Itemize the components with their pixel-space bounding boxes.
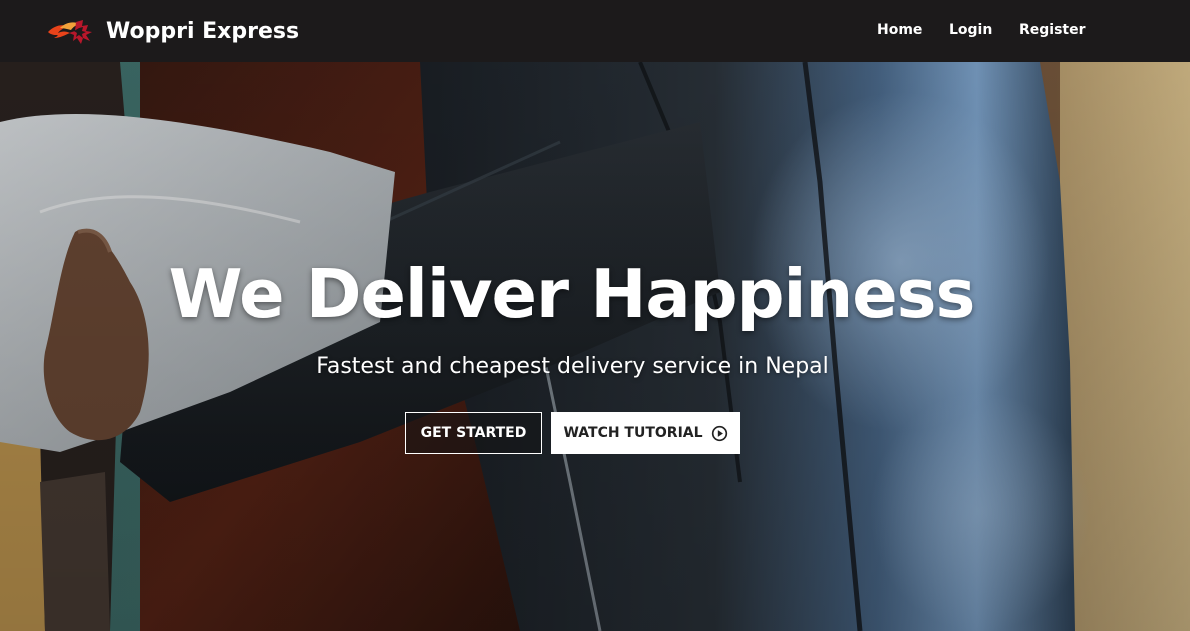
hero-section: We Deliver Happiness Fastest and cheapes… <box>0 62 1190 631</box>
hero-title: We Deliver Happiness <box>168 255 976 333</box>
navbar: Woppri Express Home Login Register <box>0 0 1190 62</box>
brand-link[interactable]: Woppri Express <box>46 14 299 48</box>
get-started-button[interactable]: GET STARTED <box>405 412 542 454</box>
nav-register-link[interactable]: Register <box>1019 22 1086 38</box>
watch-tutorial-button[interactable]: WATCH TUTORIAL <box>551 412 740 454</box>
flame-bird-logo-icon <box>48 20 92 44</box>
hero-background-image <box>0 62 1190 631</box>
nav-home-link[interactable]: Home <box>877 22 922 38</box>
nav-login-link[interactable]: Login <box>949 22 992 38</box>
get-started-label: GET STARTED <box>420 425 527 441</box>
watch-tutorial-label: WATCH TUTORIAL <box>563 425 703 441</box>
play-circle-icon <box>711 425 727 441</box>
hero-subtitle: Fastest and cheapest delivery service in… <box>316 354 829 379</box>
brand-name: Woppri Express <box>106 18 300 44</box>
